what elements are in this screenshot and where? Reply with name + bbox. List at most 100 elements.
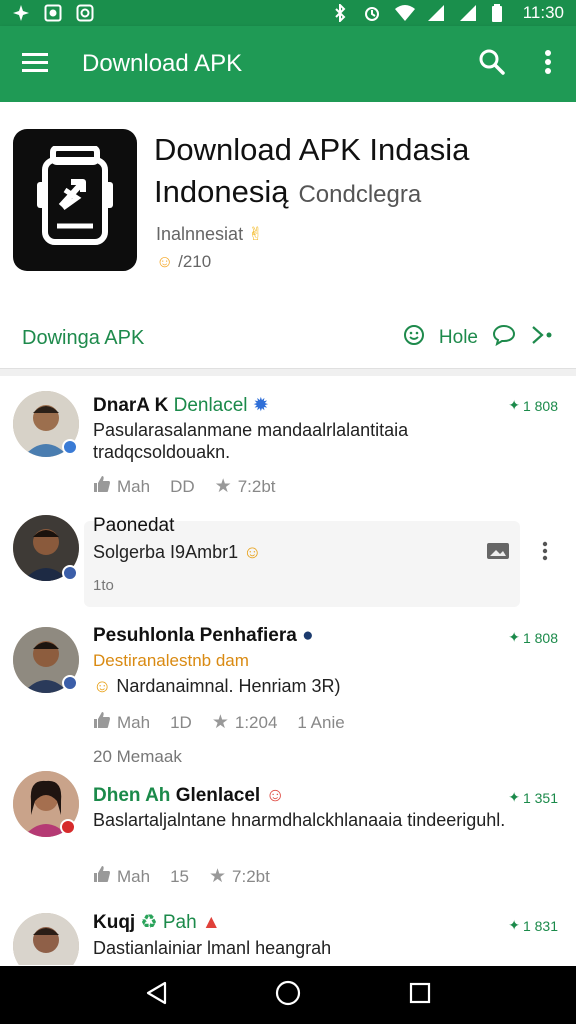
post-text: Pasularasalanmane mandaalrlalantitaia tr…: [93, 420, 409, 462]
like-button[interactable]: Mah: [93, 865, 150, 888]
extra-label: 1 Anie: [297, 712, 345, 732]
post-author-tag: Denlacel: [173, 395, 248, 416]
post-author[interactable]: Dhen Ah Glenlacel ☺: [93, 785, 285, 807]
signal-icon: [427, 4, 445, 22]
post-author-name: Glenlacel: [175, 785, 261, 806]
download-apk-link[interactable]: Dowinga APK: [22, 327, 403, 350]
app-subtitle: Condclegra: [298, 181, 422, 208]
star-button[interactable]: ★ 7:2bt: [215, 475, 276, 498]
hole-button[interactable]: Hole: [439, 327, 478, 349]
search-icon: [478, 48, 506, 81]
hamburger-icon: [22, 51, 48, 78]
post-author[interactable]: Pesuhlonla Penhafiera ●: [93, 625, 314, 647]
emoji-icon: ☺: [93, 676, 112, 696]
navigation-bar: [0, 966, 576, 1024]
like-button[interactable]: Mah: [93, 711, 150, 734]
phone-app-icon: [35, 144, 115, 255]
app-header: Download APK Indasia Indonesią Condclegra…: [0, 102, 576, 376]
post-item[interactable]: Paonedat Solgerba I9Ambr1 ☺ 1to: [0, 505, 576, 615]
recents-icon: [409, 982, 431, 1009]
post-actions: Mah 15 ★ 7:2bt: [93, 865, 290, 888]
badge: [62, 565, 78, 581]
more-vert-icon: [544, 49, 552, 80]
post-item[interactable]: Dhen Ah Glenlacel ☺ ✦ 1 351 Baslartaljal…: [0, 771, 576, 915]
wifi-icon: [394, 4, 415, 22]
app-bar-title: Download APK: [82, 50, 243, 77]
post-author-tag: Pah: [162, 912, 197, 933]
emoji-icon[interactable]: [403, 324, 425, 352]
like-button[interactable]: Mah: [93, 475, 150, 498]
fire-icon: ▲: [201, 912, 221, 933]
clock: 11:30: [522, 3, 564, 22]
thumbs-up-icon: [93, 475, 111, 498]
comment-icon[interactable]: [492, 324, 516, 352]
bluetooth-icon: [331, 2, 349, 24]
share-icon[interactable]: [530, 324, 554, 352]
post-author[interactable]: DnarA K Denlacel ✹: [93, 394, 269, 417]
image-icon: [486, 543, 510, 565]
menu-button[interactable]: [0, 26, 70, 102]
comment-count[interactable]: 15: [170, 867, 189, 887]
star-icon: ★: [211, 712, 229, 733]
post-author-name: Kuqj: [93, 912, 136, 933]
star-button[interactable]: ★ 7:2bt: [209, 865, 270, 888]
feed[interactable]: DnarA K Denlacel ✹ ✦ 1 808 Pasularasalan…: [0, 375, 576, 965]
star-value: 7:2bt: [237, 476, 276, 496]
emoji-icon: ●: [302, 625, 314, 646]
verified-badge: [62, 439, 78, 455]
post-text: Solgerba I9Ambr1 ☺: [93, 541, 533, 563]
app-bar: Download APK: [0, 26, 576, 102]
post-text-value: Solgerba I9Ambr1: [93, 542, 239, 562]
post-text: Dastianlainiar lmanl heangrah: [93, 938, 332, 958]
thumbs-up-icon: [93, 711, 111, 734]
battery-icon: [491, 4, 509, 22]
star-button[interactable]: ★ 1:204: [212, 711, 278, 734]
star-value: 7:2bt: [232, 866, 270, 886]
photo-icon: [44, 4, 62, 22]
rating-text: /210: [178, 252, 212, 271]
avatar[interactable]: [13, 913, 79, 965]
recycle-icon: ♻: [140, 912, 158, 933]
badge: [62, 675, 78, 691]
recents-button[interactable]: [400, 975, 440, 1015]
clap-icon: ✌: [248, 224, 264, 244]
post-item[interactable]: Pesuhlonla Penhafiera ● ✦ 1 808 Destiran…: [0, 615, 576, 775]
back-button[interactable]: [136, 975, 176, 1015]
post-meta-value: 1 351: [522, 789, 558, 806]
post-meta-value: 1 808: [522, 629, 558, 646]
save-button[interactable]: [486, 541, 510, 566]
post-item[interactable]: DnarA K Denlacel ✹ ✦ 1 808 Pasularasalan…: [0, 375, 576, 505]
comment-count-value: DD: [170, 476, 195, 496]
home-button[interactable]: [268, 975, 308, 1015]
post-author-name[interactable]: Paonedat: [93, 515, 174, 537]
alarm-icon: [363, 4, 381, 22]
comment-count[interactable]: DD: [170, 477, 195, 497]
post-meta-value: 1 808: [522, 397, 558, 414]
post-meta-value: 1 831: [522, 917, 558, 934]
thumbs-up-icon: [93, 865, 111, 888]
status-bar: 11:30: [0, 0, 576, 26]
like-label: Mah: [117, 712, 151, 732]
search-button[interactable]: [464, 26, 520, 102]
app-notification-icon: [76, 4, 94, 22]
overflow-menu-button[interactable]: [520, 26, 576, 102]
post-author[interactable]: Kuqj ♻ Pah ▲: [93, 911, 221, 934]
post-overflow-button[interactable]: [542, 541, 548, 566]
emoji-icon: ☺: [265, 785, 285, 806]
like-label: Mah: [117, 476, 151, 496]
post-meta: ✦ 1 808: [508, 629, 558, 646]
post-meta: ✦ 1 831: [508, 917, 558, 934]
post-meta: ✦ 1 351: [508, 789, 558, 806]
pin-icon: ✦: [508, 789, 520, 805]
post-actions: Mah 1D ★ 1:204 1 Anie: [93, 711, 365, 734]
post-actions: Mah DD ★ 7:2bt: [93, 475, 296, 498]
comment-count-value: 15: [170, 866, 189, 886]
emoji-icon: ☺: [243, 542, 262, 562]
pin-icon: ✦: [508, 397, 520, 413]
signal-2-icon: [459, 4, 477, 22]
post-meta: ✦ 1 808: [508, 397, 558, 414]
comment-count[interactable]: 1D: [170, 713, 192, 733]
post-item[interactable]: Kuqj ♻ Pah ▲ ✦ 1 831 Dastianlainiar lman…: [0, 905, 576, 965]
post-author-name: DnarA K: [93, 395, 169, 416]
app-name-line2: Indonesią Condclegra: [154, 174, 421, 210]
